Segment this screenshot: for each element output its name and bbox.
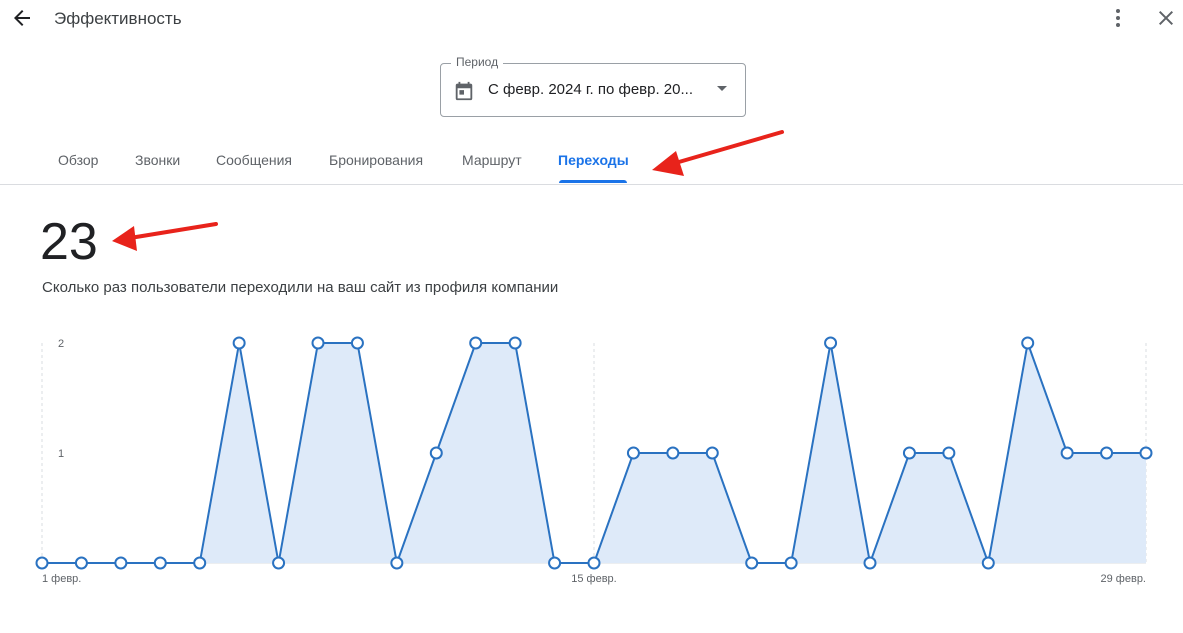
- close-icon: [1159, 11, 1173, 25]
- chart-point[interactable]: [626, 446, 640, 460]
- chart-point[interactable]: [114, 556, 128, 570]
- chart-point[interactable]: [1021, 336, 1035, 350]
- y-tick-label: 1: [58, 448, 64, 460]
- tab-bookings[interactable]: Бронирования: [329, 152, 423, 168]
- tab-overview[interactable]: Обзор: [58, 152, 98, 168]
- chart-point[interactable]: [193, 556, 207, 570]
- chart-point[interactable]: [824, 336, 838, 350]
- back-button[interactable]: [8, 4, 36, 32]
- chart-point[interactable]: [469, 336, 483, 350]
- x-tick-label: 29 февр.: [1101, 573, 1146, 585]
- chart-point[interactable]: [429, 446, 443, 460]
- chart-point[interactable]: [1100, 446, 1114, 460]
- dropdown-caret-icon: [717, 86, 727, 91]
- chart-point[interactable]: [942, 446, 956, 460]
- clicks-chart: 1 2 1 февр. 15 февр. 29 февр.: [35, 336, 1153, 585]
- tab-calls[interactable]: Звонки: [135, 152, 180, 168]
- chart-point[interactable]: [863, 556, 877, 570]
- x-tick-label: 15 февр.: [571, 573, 616, 585]
- chart-point[interactable]: [272, 556, 286, 570]
- period-value: С февр. 2024 г. по февр. 20...: [488, 81, 693, 98]
- chart-point[interactable]: [350, 336, 364, 350]
- chart-point[interactable]: [666, 446, 680, 460]
- more-options-button[interactable]: [1104, 4, 1132, 32]
- tab-directions[interactable]: Маршрут: [462, 152, 522, 168]
- total-count: 23: [40, 213, 98, 271]
- chart-point[interactable]: [311, 336, 325, 350]
- chart-point[interactable]: [1060, 446, 1074, 460]
- chart-point[interactable]: [548, 556, 562, 570]
- chart-point[interactable]: [153, 556, 167, 570]
- period-label: Период: [451, 55, 504, 69]
- close-button[interactable]: [1152, 4, 1180, 32]
- active-tab-indicator: [559, 180, 627, 183]
- metric-description: Сколько раз пользователи переходили на в…: [42, 279, 559, 296]
- tab-messages[interactable]: Сообщения: [216, 152, 292, 168]
- chart-point[interactable]: [981, 556, 995, 570]
- chart-point[interactable]: [232, 336, 246, 350]
- chart-point[interactable]: [35, 556, 49, 570]
- chart-point[interactable]: [745, 556, 759, 570]
- chart-point[interactable]: [74, 556, 88, 570]
- period-select[interactable]: Период С февр. 2024 г. по февр. 20...: [440, 55, 746, 117]
- chart-point[interactable]: [508, 336, 522, 350]
- tab-bar: Обзор Звонки Сообщения Бронирования Марш…: [0, 140, 1183, 185]
- chart-point[interactable]: [587, 556, 601, 570]
- chart-point[interactable]: [784, 556, 798, 570]
- page-title: Эффективность: [54, 9, 182, 28]
- x-tick-label: 1 февр.: [42, 573, 81, 585]
- y-tick-label: 2: [58, 338, 64, 350]
- chart-point[interactable]: [1139, 446, 1153, 460]
- chart-point[interactable]: [902, 446, 916, 460]
- chart-point[interactable]: [705, 446, 719, 460]
- back-arrow-icon: [14, 10, 30, 26]
- chart-point[interactable]: [390, 556, 404, 570]
- annotation-arrow-total: [112, 222, 218, 251]
- calendar-icon: [455, 81, 473, 101]
- more-vert-icon: [1116, 9, 1120, 27]
- tab-website-clicks[interactable]: Переходы: [558, 152, 629, 168]
